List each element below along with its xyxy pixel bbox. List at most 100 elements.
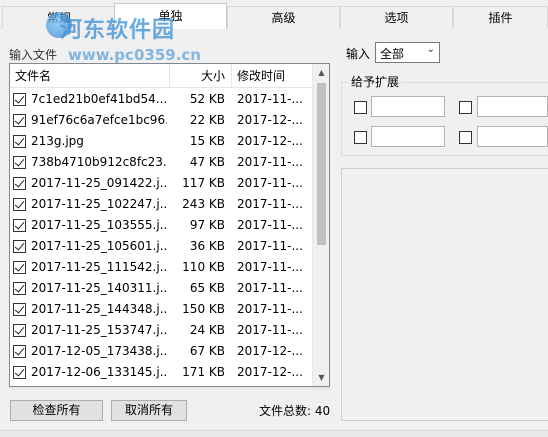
file-name: 2017-11-25_140311.j... bbox=[31, 281, 167, 295]
extension-checkbox-4[interactable] bbox=[459, 131, 472, 144]
file-checkbox[interactable] bbox=[13, 219, 26, 232]
extension-field-1[interactable] bbox=[371, 96, 445, 117]
input-select-value: 全部 bbox=[380, 47, 405, 61]
file-size: 22 KB bbox=[189, 113, 225, 127]
tab-general[interactable]: 常规 bbox=[2, 6, 116, 28]
file-checkbox[interactable] bbox=[13, 135, 26, 148]
tab-advanced-label: 高级 bbox=[271, 11, 296, 25]
file-checkbox[interactable] bbox=[13, 198, 26, 211]
file-row[interactable]: 738b4710b912c8fc23... 47 KB 2017-11-... bbox=[10, 152, 313, 173]
column-header-name[interactable]: 文件名 bbox=[10, 64, 169, 88]
file-date: 2017-11-... bbox=[237, 176, 303, 190]
scroll-down-icon[interactable]: ▼ bbox=[313, 369, 329, 386]
file-row[interactable]: 7c1ed21b0ef41bd54... 52 KB 2017-11-... bbox=[10, 89, 313, 110]
file-checkbox[interactable] bbox=[13, 345, 26, 358]
extension-checkbox-3[interactable] bbox=[354, 131, 367, 144]
file-size: 15 KB bbox=[189, 134, 225, 148]
file-row[interactable]: 2017-12-05_173438.j... 67 KB 2017-12-... bbox=[10, 341, 313, 362]
file-list-scrollbar[interactable]: ▲ ▼ bbox=[312, 64, 329, 386]
file-list-bottom-edge bbox=[9, 387, 330, 390]
file-date: 2017-11-... bbox=[237, 323, 303, 337]
file-size: 97 KB bbox=[189, 218, 225, 232]
file-checkbox[interactable] bbox=[13, 177, 26, 190]
file-checkbox[interactable] bbox=[13, 282, 26, 295]
tab-general-label: 常规 bbox=[46, 11, 71, 25]
chevron-down-icon: ⌄ bbox=[426, 44, 435, 55]
tab-advanced[interactable]: 高级 bbox=[227, 6, 340, 28]
bottom-edge bbox=[0, 430, 548, 437]
file-size: 117 KB bbox=[182, 176, 225, 190]
uncheck-all-button[interactable]: 取消所有 bbox=[111, 400, 187, 421]
extension-checkbox-1[interactable] bbox=[354, 101, 367, 114]
file-checkbox[interactable] bbox=[13, 93, 26, 106]
file-checkbox[interactable] bbox=[13, 261, 26, 274]
scroll-thumb[interactable] bbox=[317, 83, 326, 245]
file-date: 2017-11-... bbox=[237, 92, 303, 106]
file-checkbox[interactable] bbox=[13, 366, 26, 379]
extension-checkbox-2[interactable] bbox=[459, 101, 472, 114]
file-name: 2017-11-25_153747.j... bbox=[31, 323, 167, 337]
tab-single-label: 单独 bbox=[158, 9, 183, 23]
file-size: 67 KB bbox=[189, 344, 225, 358]
file-row[interactable]: 2017-11-25_144348.j... 150 KB 2017-11-... bbox=[10, 299, 313, 320]
tab-plugins[interactable]: 插件 bbox=[453, 6, 548, 28]
check-all-button[interactable]: 检查所有 bbox=[10, 400, 103, 421]
file-name: 7c1ed21b0ef41bd54... bbox=[31, 92, 167, 106]
file-checkbox[interactable] bbox=[13, 114, 26, 127]
file-size: 52 KB bbox=[189, 92, 225, 106]
file-row[interactable]: 2017-11-25_102247.j... 243 KB 2017-11-... bbox=[10, 194, 313, 215]
file-size: 171 KB bbox=[182, 365, 225, 379]
file-row[interactable]: 2017-11-25_105601.j... 36 KB 2017-11-... bbox=[10, 236, 313, 257]
tab-bar: 常规 单独 高级 选项 插件 bbox=[0, 0, 548, 29]
file-row[interactable]: 2017-11-25_111542.j... 110 KB 2017-11-... bbox=[10, 257, 313, 278]
file-size: 65 KB bbox=[189, 281, 225, 295]
tab-options[interactable]: 选项 bbox=[340, 6, 453, 28]
file-size: 243 KB bbox=[182, 197, 225, 211]
preview-panel bbox=[341, 168, 548, 421]
file-name: 738b4710b912c8fc23... bbox=[31, 155, 167, 169]
file-row[interactable]: 2017-11-25_153747.j... 24 KB 2017-11-... bbox=[10, 320, 313, 341]
file-date: 2017-11-... bbox=[237, 281, 303, 295]
file-size: 24 KB bbox=[189, 323, 225, 337]
scroll-up-icon[interactable]: ▲ bbox=[313, 64, 329, 81]
file-list[interactable]: 文件名 大小 修改时间 7c1ed21b0ef41bd54... 52 KB 201… bbox=[9, 63, 330, 387]
file-name: 2017-11-25_111542.j... bbox=[31, 260, 167, 274]
file-date: 2017-11-... bbox=[237, 155, 303, 169]
file-date: 2017-11-... bbox=[237, 302, 303, 316]
extension-field-2[interactable] bbox=[477, 96, 548, 117]
file-name: 2017-11-25_144348.j... bbox=[31, 302, 167, 316]
file-date: 2017-12-... bbox=[237, 113, 303, 127]
file-checkbox[interactable] bbox=[13, 324, 26, 337]
tab-plugins-label: 插件 bbox=[488, 11, 513, 25]
file-checkbox[interactable] bbox=[13, 156, 26, 169]
file-size: 36 KB bbox=[189, 239, 225, 253]
input-select[interactable]: 全部 ⌄ bbox=[375, 42, 440, 63]
extension-field-4[interactable] bbox=[477, 126, 548, 147]
file-row[interactable]: 2017-11-25_140311.j... 65 KB 2017-11-... bbox=[10, 278, 313, 299]
total-files-label: 文件总数: 40 bbox=[259, 404, 331, 418]
file-name: 91ef76c6a7efce1bc96... bbox=[31, 113, 167, 127]
file-name: 2017-11-25_105601.j... bbox=[31, 239, 167, 253]
file-date: 2017-11-... bbox=[237, 197, 303, 211]
tab-options-label: 选项 bbox=[384, 11, 409, 25]
watermark-url: www.pc0359.cn bbox=[68, 46, 201, 64]
file-row[interactable]: 2017-12-06_133145.j... 171 KB 2017-12-... bbox=[10, 362, 313, 383]
file-size: 47 KB bbox=[189, 155, 225, 169]
file-row[interactable]: 2017-11-25_103555.j... 97 KB 2017-11-... bbox=[10, 215, 313, 236]
input-label: 输入 bbox=[346, 47, 371, 61]
file-checkbox[interactable] bbox=[13, 303, 26, 316]
extension-field-3[interactable] bbox=[371, 126, 445, 147]
tab-single[interactable]: 单独 bbox=[114, 3, 227, 29]
file-checkbox[interactable] bbox=[13, 240, 26, 253]
file-name: 2017-11-25_102247.j... bbox=[31, 197, 167, 211]
column-header-size[interactable]: 大小 bbox=[169, 64, 231, 88]
file-name: 2017-12-05_173438.j... bbox=[31, 344, 167, 358]
file-row[interactable]: 91ef76c6a7efce1bc96... 22 KB 2017-12-... bbox=[10, 110, 313, 131]
file-row[interactable]: 213g.jpg 15 KB 2017-12-... bbox=[10, 131, 313, 152]
file-date: 2017-12-... bbox=[237, 365, 303, 379]
file-row[interactable]: 2017-11-25_091422.j... 117 KB 2017-11-... bbox=[10, 173, 313, 194]
file-date: 2017-12-... bbox=[237, 344, 303, 358]
file-date: 2017-11-... bbox=[237, 260, 303, 274]
column-header-date[interactable]: 修改时间 bbox=[231, 64, 313, 88]
file-date: 2017-12-... bbox=[237, 134, 303, 148]
